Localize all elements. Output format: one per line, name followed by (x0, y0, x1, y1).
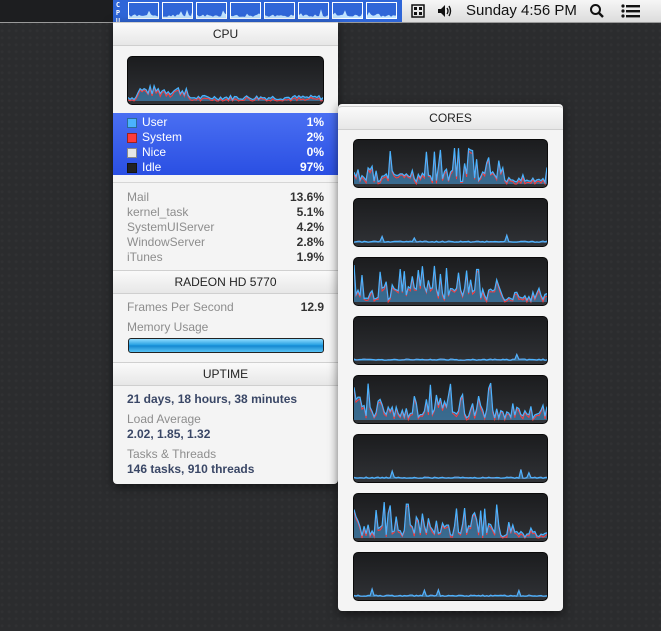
process-name: Mail (127, 190, 150, 204)
process-value: 5.1% (296, 205, 324, 219)
mini-graph-area (163, 9, 192, 18)
legend-percent: 97% (299, 160, 324, 174)
process-row: Mail 13.6% (127, 190, 324, 205)
core-graph-4 (353, 316, 548, 365)
cores-panel: CORES (338, 104, 563, 611)
legend-row-nice: Nice 0% (127, 145, 324, 160)
menu-bar-dark-area (0, 0, 113, 22)
menu-bar: CPU Sunday 4:56 PM (0, 0, 661, 25)
core-graph-5 (353, 375, 548, 424)
memory-usage-label: Memory Usage (127, 320, 209, 334)
search-icon[interactable] (589, 0, 605, 22)
cpu-mini-graph (196, 2, 227, 19)
nice-swatch-icon (127, 148, 137, 158)
mini-graph-area (129, 10, 158, 18)
cpu-legend: User 1% System 2% Nice 0% Idle 97% (113, 113, 338, 175)
cpu-mini-graph (264, 2, 295, 19)
legend-percent: 2% (306, 130, 324, 144)
gpu-header: RADEON HD 5770 (113, 270, 338, 294)
mini-graph-area (367, 12, 396, 18)
process-name: kernel_task (127, 205, 189, 219)
menu-clock[interactable]: Sunday 4:56 PM (466, 0, 577, 22)
fps-label: Frames Per Second (127, 300, 234, 314)
cpu-mini-graph (332, 2, 363, 19)
tasks-threads-label: Tasks & Threads (127, 447, 217, 461)
core-graph-2 (353, 198, 548, 247)
process-name: SystemUIServer (127, 220, 215, 234)
tasks-threads-value: 146 tasks, 910 threads (127, 462, 255, 476)
uptime-duration: 21 days, 18 hours, 38 minutes (127, 392, 298, 406)
process-value: 1.9% (296, 250, 324, 264)
cpu-mini-graph (230, 2, 261, 19)
core-graph-3 (353, 257, 548, 306)
legend-percent: 1% (306, 115, 324, 129)
process-name: iTunes (127, 250, 163, 264)
graph-user-line (354, 469, 547, 479)
process-row: kernel_task 5.1% (127, 205, 324, 220)
fps-value: 12.9 (300, 300, 324, 314)
cpu-mini-graph (162, 2, 193, 19)
legend-row-user: User 1% (127, 115, 324, 130)
process-name: WindowServer (127, 235, 206, 249)
cpu-mini-graph (128, 2, 159, 19)
cores-header: CORES (338, 106, 563, 130)
cpu-panel: CPU User 1% System 2% Nice 0% Idle 97% M… (113, 22, 338, 484)
graph-system-line (354, 469, 547, 479)
legend-row-idle: Idle 97% (127, 160, 324, 175)
mini-graph-area (197, 10, 226, 18)
process-row: WindowServer 2.8% (127, 235, 324, 250)
cpu-mini-graph (366, 2, 397, 19)
core-graph-1 (353, 139, 548, 188)
system-swatch-icon (127, 133, 137, 143)
fps-row: Frames Per Second 12.9 (127, 300, 324, 315)
cpu-mini-graph (298, 2, 329, 19)
divider (113, 182, 338, 183)
core-graph-6 (353, 434, 548, 483)
legend-label: Idle (142, 160, 162, 174)
memory-usage-bar (128, 338, 324, 353)
process-value: 4.2% (296, 220, 324, 234)
process-row: SystemUIServer 4.2% (127, 220, 324, 235)
load-average-label: Load Average (127, 412, 201, 426)
mini-graph-area (299, 9, 328, 18)
cpu-usage-graph (127, 56, 324, 105)
process-value: 2.8% (296, 235, 324, 249)
cpu-menu-extra[interactable]: CPU (113, 0, 402, 25)
cpu-vertical-label: CPU (114, 0, 126, 25)
user-swatch-icon (127, 118, 137, 128)
legend-row-system: System 2% (127, 130, 324, 145)
legend-label: System (142, 130, 183, 144)
legend-percent: 0% (306, 145, 324, 159)
load-average-value: 2.02, 1.85, 1.32 (127, 427, 211, 441)
uptime-header: UPTIME (113, 362, 338, 386)
legend-label: User (142, 115, 168, 129)
core-graph-7 (353, 493, 548, 542)
mini-graph-area (231, 13, 260, 18)
cpu-header: CPU (113, 22, 338, 46)
idle-swatch-icon (127, 163, 137, 173)
mini-graph-area (265, 14, 294, 18)
process-row: iTunes 1.9% (127, 250, 324, 265)
stats-icon[interactable] (410, 0, 426, 22)
process-value: 13.6% (289, 190, 324, 204)
volume-icon[interactable] (436, 0, 454, 22)
list-icon[interactable] (620, 0, 642, 22)
mini-graph-area (333, 10, 362, 18)
core-graph-8 (353, 552, 548, 601)
legend-label: Nice (142, 145, 167, 159)
